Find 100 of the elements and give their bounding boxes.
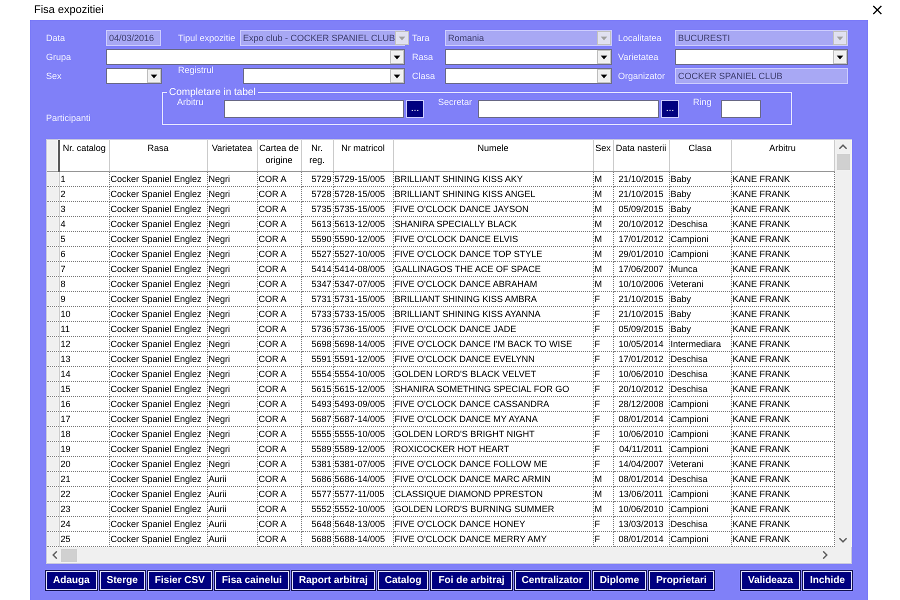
column-header[interactable]: Varietatea	[207, 140, 257, 172]
table-cell: M	[593, 172, 613, 186]
dropdown[interactable]	[106, 68, 162, 84]
action-button[interactable]: Foi de arbitraj	[431, 571, 512, 590]
table-cell: KANE FRANK	[731, 276, 834, 292]
column-header[interactable]: Data nasterii	[613, 140, 669, 172]
table-cell: Deschisa	[669, 216, 731, 232]
action-button[interactable]: Sterge	[100, 571, 145, 590]
scroll-thumb[interactable]	[836, 154, 850, 170]
table-cell: Negri	[207, 382, 257, 396]
table-cell: KANE FRANK	[731, 246, 834, 262]
dropdown[interactable]	[675, 48, 848, 64]
table-cell: Cocker Spaniel Englez	[109, 336, 207, 352]
input-field[interactable]	[224, 100, 404, 118]
table-cell: 5687	[301, 412, 333, 426]
table-cell: 23	[59, 502, 109, 516]
column-header[interactable]: Rasa	[109, 140, 207, 172]
table-cell: 5347-07/005	[333, 276, 393, 292]
table-cell: Cocker Spaniel Englez	[109, 516, 207, 532]
table-cell: FIVE O'CLOCK DANCE ABRAHAM	[393, 276, 593, 292]
table-cell: FIVE O'CLOCK DANCE TOP STYLE	[393, 246, 593, 262]
table-cell: KANE FRANK	[731, 186, 834, 202]
input-field[interactable]	[478, 100, 659, 118]
table-cell: COR A	[257, 426, 301, 442]
column-header[interactable]: Numele	[393, 140, 593, 172]
dropdown[interactable]	[445, 48, 612, 64]
action-button[interactable]: Valideaza	[740, 571, 800, 590]
browse-button[interactable]: ...	[661, 100, 679, 118]
table-cell: KANE FRANK	[731, 322, 834, 336]
action-button[interactable]: Diplome	[592, 571, 646, 590]
dropdown[interactable]	[445, 68, 612, 84]
table-cell: Campioni	[669, 442, 731, 456]
action-button[interactable]: Inchide	[802, 571, 852, 590]
column-header[interactable]: Cartea de origine	[257, 140, 301, 172]
dropdown[interactable]	[106, 48, 405, 64]
table-cell: FIVE O'CLOCK DANCE CASSANDRA	[393, 396, 593, 412]
action-button[interactable]: Proprietari	[649, 571, 714, 590]
group-title: Completare in tabel	[168, 87, 257, 98]
table-cell: KANE FRANK	[731, 172, 834, 186]
scroll-thumb[interactable]	[61, 548, 77, 562]
table-cell: F	[593, 352, 613, 366]
table-cell: 17/01/2012	[613, 232, 669, 246]
table-cell: 12	[59, 336, 109, 352]
table-cell: 5728-15/005	[333, 186, 393, 202]
input-field[interactable]	[721, 100, 761, 118]
table-cell: Negri	[207, 216, 257, 232]
action-button[interactable]: Centralizator	[514, 571, 590, 590]
table-cell: Cocker Spaniel Englez	[109, 306, 207, 322]
table-cell: KANE FRANK	[731, 352, 834, 366]
table-cell: 2	[59, 186, 109, 202]
table-cell: COR A	[257, 216, 301, 232]
table-cell: 5729	[301, 172, 333, 186]
table-cell: COR A	[257, 472, 301, 486]
table-cell: Cocker Spaniel Englez	[109, 246, 207, 262]
table-cell: 5698	[301, 336, 333, 352]
table-cell: 6	[59, 246, 109, 262]
column-header[interactable]: Nr. catalog	[59, 140, 109, 172]
table-cell: FIVE O'CLOCK DANCE JADE	[393, 322, 593, 336]
table-cell: COR A	[257, 502, 301, 516]
table-cell: 5381	[301, 456, 333, 472]
table-cell: Negri	[207, 456, 257, 472]
participants-label: Participanti	[46, 113, 92, 125]
table-cell: 7	[59, 262, 109, 276]
table-cell: Negri	[207, 366, 257, 382]
table-cell: 08/01/2014	[613, 472, 669, 486]
table-cell: Baby	[669, 186, 731, 202]
action-button[interactable]: Fisier CSV	[148, 571, 212, 590]
close-button[interactable]: ×	[868, 2, 886, 18]
action-button[interactable]: Raport arbitraj	[292, 571, 375, 590]
table-cell: 5493-09/005	[333, 396, 393, 412]
table-cell: Veterani	[669, 456, 731, 472]
table-cell: F	[593, 396, 613, 412]
table-cell: 5648	[301, 516, 333, 532]
table-cell: 10	[59, 306, 109, 322]
table-cell: Campioni	[669, 426, 731, 442]
table-cell: M	[593, 486, 613, 502]
vertical-scrollbar[interactable]	[834, 140, 852, 547]
column-header[interactable]: Arbitru	[731, 140, 834, 172]
window-title: Fisa expozitiei	[34, 4, 104, 16]
column-header[interactable]: Nr. reg.	[301, 140, 333, 172]
action-button[interactable]: Catalog	[378, 571, 428, 590]
action-button[interactable]: Fisa cainelui	[214, 571, 289, 590]
table-cell: COR A	[257, 232, 301, 246]
browse-button[interactable]: ...	[406, 100, 424, 118]
table-cell: FIVE O'CLOCK DANCE MY AYANA	[393, 412, 593, 426]
dropdown[interactable]	[243, 68, 405, 84]
field-label: Rasa	[412, 52, 434, 62]
horizontal-scrollbar[interactable]	[47, 547, 851, 563]
table-cell: 14	[59, 366, 109, 382]
table-cell: Baby	[669, 322, 731, 336]
column-header[interactable]: Clasa	[669, 140, 731, 172]
table-cell: 5527	[301, 246, 333, 262]
table-cell: Negri	[207, 172, 257, 186]
table-cell: 5589-12/005	[333, 442, 393, 456]
column-header[interactable]: Nr matricol	[333, 140, 393, 172]
action-button[interactable]: Adauga	[46, 571, 97, 590]
table-cell: 5648-13/005	[333, 516, 393, 532]
table-cell: 21/10/2015	[613, 292, 669, 306]
table-cell: M	[593, 232, 613, 246]
column-header[interactable]: Sex	[593, 140, 613, 172]
